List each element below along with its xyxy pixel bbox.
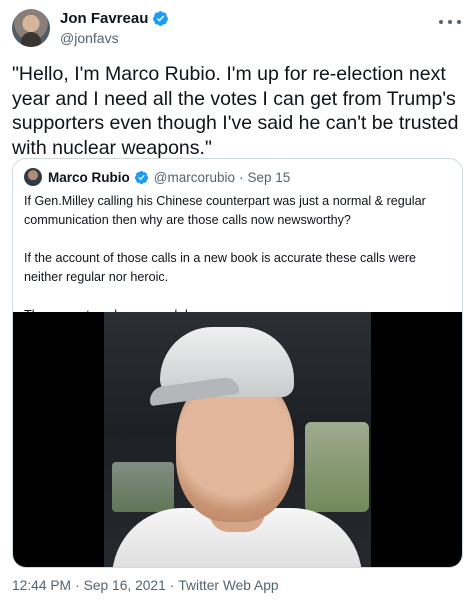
quoted-paragraph: If the account of those calls in a new b… (24, 251, 417, 284)
author-avatar[interactable] (12, 9, 50, 47)
tweet-source[interactable]: Twitter Web App (178, 578, 278, 593)
video-player[interactable] (13, 312, 462, 567)
tweet-timestamp: 12:44 PM · Sep 16, 2021 · Twitter Web App (12, 578, 279, 593)
quoted-author-handle[interactable]: @marcorubio (154, 170, 235, 185)
verified-badge-icon (134, 170, 148, 184)
tweet-text: "Hello, I'm Marco Rubio. I'm up for re-e… (12, 63, 459, 159)
tweet-header: Jon Favreau @jonfavs (12, 9, 463, 49)
car-window (112, 462, 174, 512)
quoted-author-name[interactable]: Marco Rubio (48, 170, 130, 185)
timestamp-separator: · (169, 578, 175, 593)
quoted-tweet-date[interactable]: Sep 15 (248, 170, 291, 185)
quoted-tweet-card[interactable]: Marco Rubio @marcorubio · Sep 15 If Gen.… (12, 158, 463, 568)
quoted-tweet-header: Marco Rubio @marcorubio · Sep 15 (24, 168, 290, 186)
quoted-author-avatar[interactable] (24, 168, 42, 186)
author-display-name[interactable]: Jon Favreau (60, 10, 148, 27)
more-dot (439, 20, 443, 24)
more-dot (448, 20, 452, 24)
timestamp-separator: · (75, 578, 80, 593)
video-frame[interactable] (104, 312, 371, 567)
verified-badge-icon (153, 11, 169, 26)
more-options-icon[interactable] (437, 13, 463, 31)
quoted-paragraph: If Gen.Milley calling his Chinese counte… (24, 194, 426, 227)
author-handle[interactable]: @jonfavs (60, 30, 119, 46)
tweet-time[interactable]: 12:44 PM (12, 578, 71, 593)
car-window (305, 422, 369, 512)
author-name-row[interactable]: Jon Favreau (60, 10, 169, 27)
header-separator: · (239, 169, 244, 185)
quoted-tweet-body: If Gen.Milley calling his Chinese counte… (24, 192, 452, 325)
tweet-date[interactable]: Sep 16, 2021 (84, 578, 166, 593)
more-dot (457, 20, 461, 24)
